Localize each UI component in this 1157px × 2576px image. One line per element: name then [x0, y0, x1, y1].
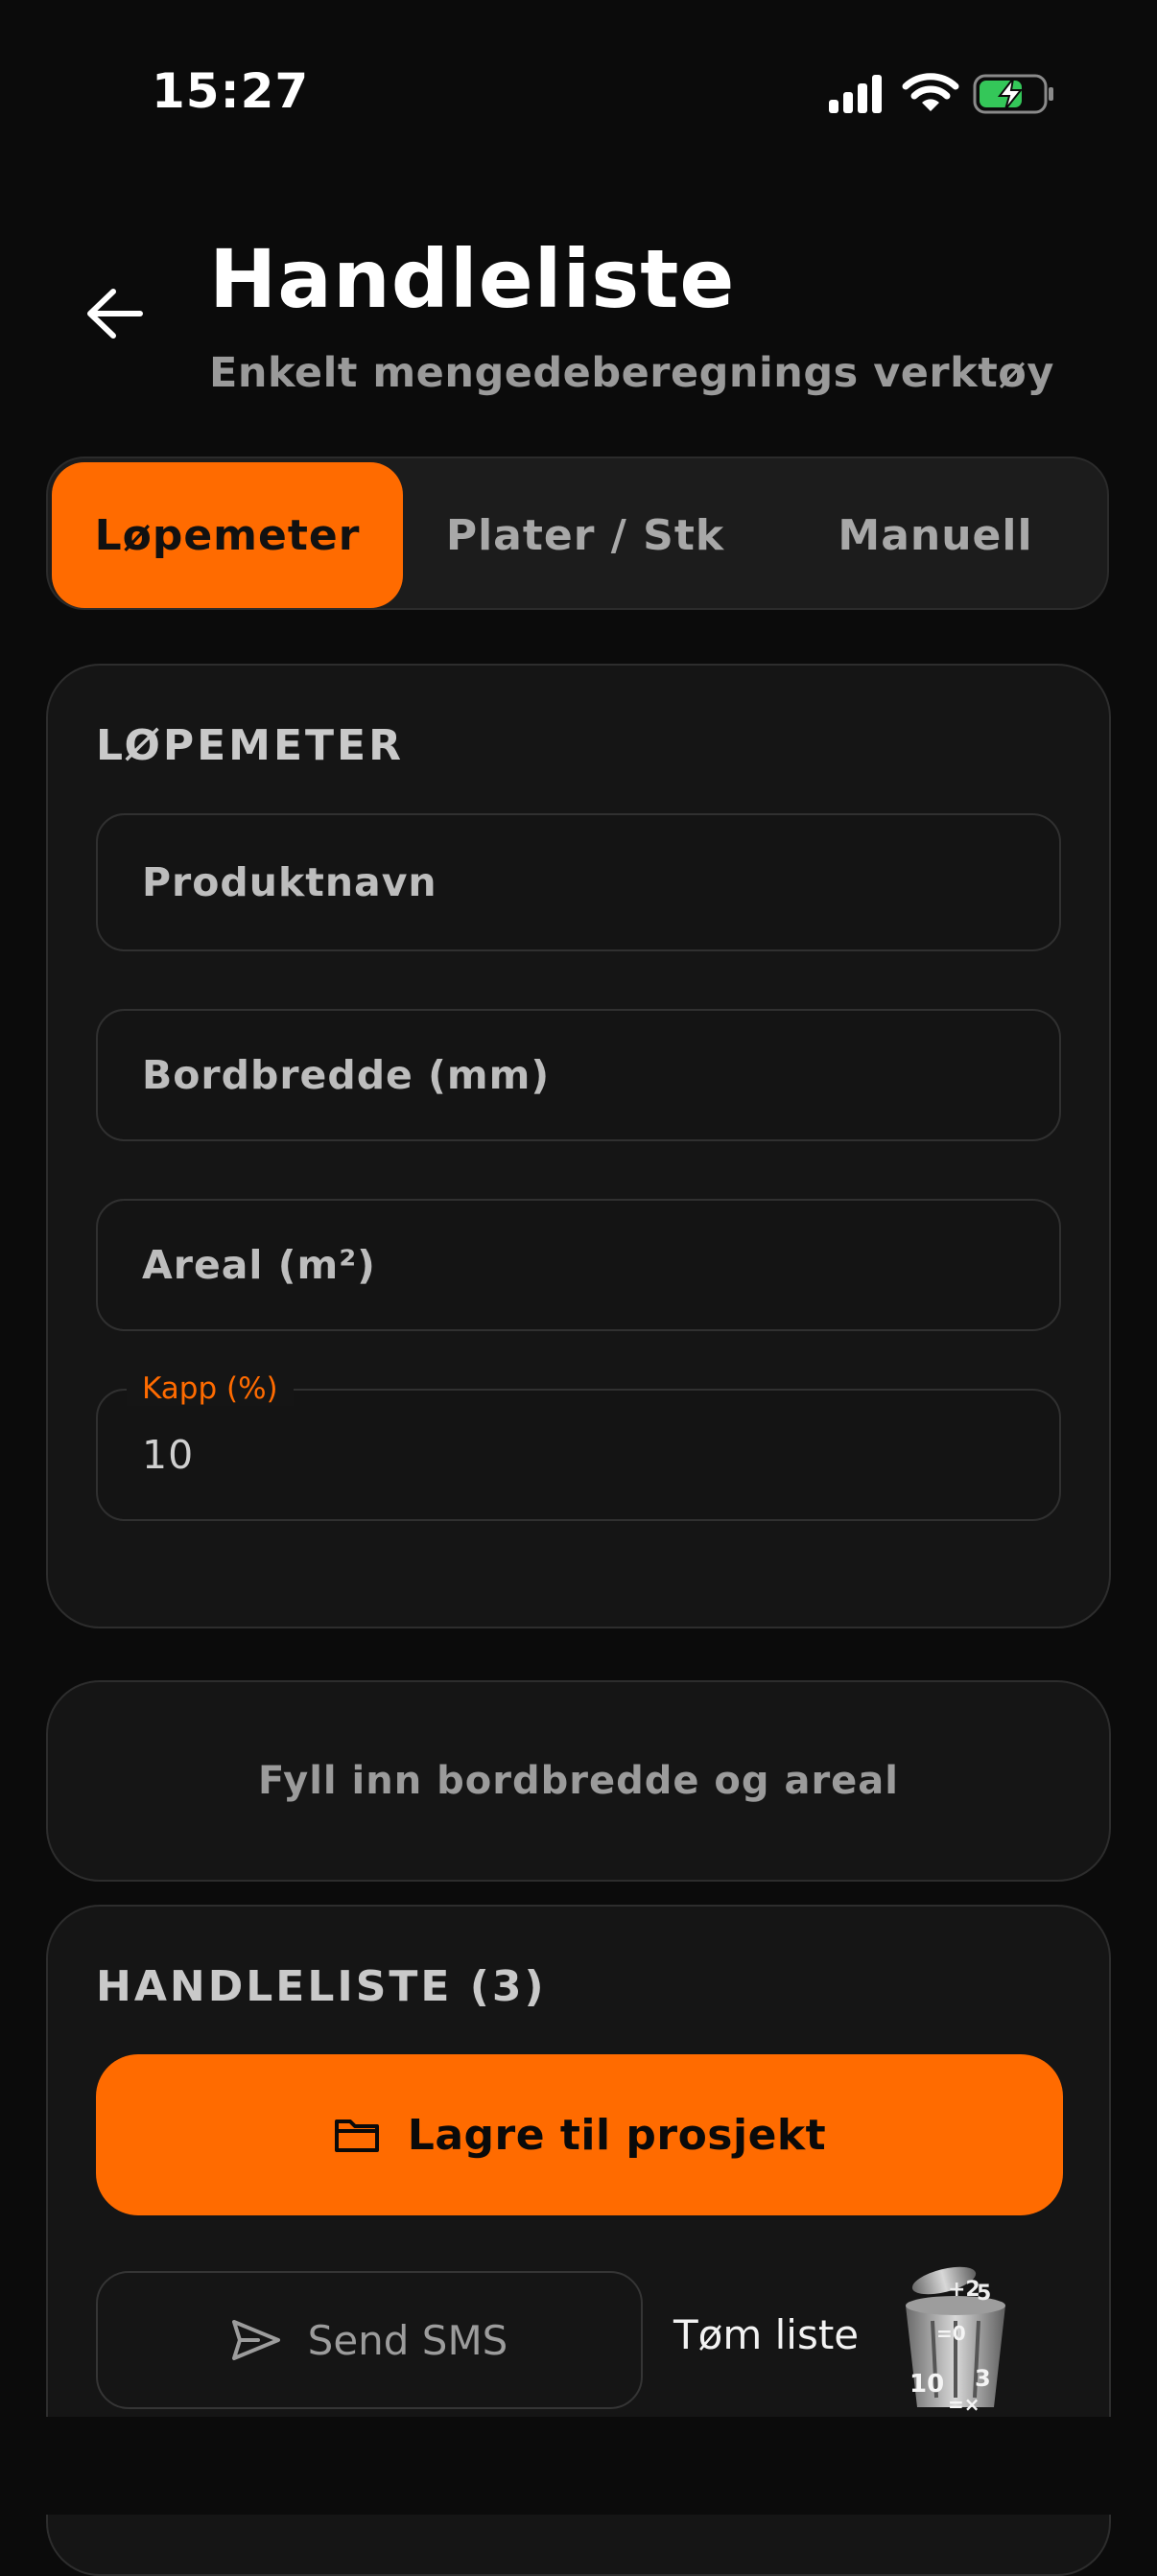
save-button-label: Lagre til prosjekt — [407, 2110, 827, 2160]
battery-charging-icon — [973, 74, 1053, 114]
board-width-input[interactable]: Bordbredde (mm) — [96, 1009, 1061, 1141]
section-title: LØPEMETER — [96, 721, 404, 770]
product-name-input[interactable]: Produktnavn — [96, 813, 1061, 951]
waste-percent-label: Kapp (%) — [127, 1371, 294, 1406]
wifi-icon — [902, 73, 959, 111]
tab-lopemeter[interactable]: Løpemeter — [52, 462, 403, 608]
save-to-project-button[interactable]: Lagre til prosjekt — [96, 2054, 1063, 2215]
svg-text:=0: =0 — [936, 2322, 966, 2345]
send-sms-label: Send SMS — [307, 2316, 508, 2364]
tab-plater-stk[interactable]: Plater / Stk — [418, 462, 752, 608]
result-hint: Fyll inn bordbredde og areal — [257, 1759, 900, 1803]
page-title: Handleliste — [209, 232, 736, 326]
page-subtitle: Enkelt mengedeberegnings verktøy — [209, 349, 1054, 397]
svg-text:3: 3 — [975, 2365, 991, 2392]
product-name-placeholder: Produktnavn — [142, 859, 437, 905]
back-arrow-icon[interactable] — [84, 286, 146, 341]
send-icon — [231, 2320, 280, 2360]
area-input[interactable]: Areal (m²) — [96, 1199, 1061, 1331]
signal-icon — [829, 75, 882, 113]
clear-list-button[interactable]: Tøm liste — [673, 2311, 859, 2358]
board-width-placeholder: Bordbredde (mm) — [142, 1052, 551, 1098]
send-sms-button[interactable]: Send SMS — [96, 2271, 643, 2409]
waste-percent-input[interactable]: 10 — [96, 1389, 1061, 1521]
waste-percent-value: 10 — [142, 1432, 195, 1478]
svg-text:=×: =× — [948, 2393, 980, 2416]
trash-can-icon[interactable]: +2 5 =0 10 3 =× — [890, 2263, 1021, 2417]
svg-text:5: 5 — [977, 2282, 991, 2306]
folder-icon — [334, 2119, 379, 2152]
bottom-safe-area — [0, 2417, 1157, 2515]
status-time: 15:27 — [152, 63, 310, 119]
svg-text:10: 10 — [909, 2370, 944, 2399]
area-placeholder: Areal (m²) — [142, 1242, 376, 1288]
mode-tabs: Løpemeter Plater / Stk Manuell — [46, 457, 1109, 610]
tab-manuell[interactable]: Manuell — [767, 462, 1103, 608]
svg-text:+2: +2 — [948, 2278, 980, 2302]
shopping-list-title: HANDLELISTE (3) — [96, 1962, 547, 2011]
